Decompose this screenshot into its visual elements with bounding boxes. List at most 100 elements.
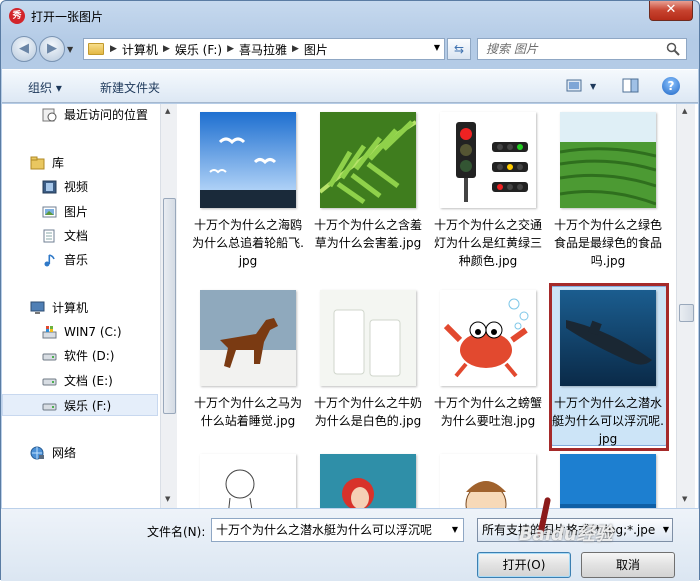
- window-title: 打开一张图片: [31, 10, 104, 24]
- forward-button[interactable]: ▶: [39, 36, 65, 62]
- sidebar-item-label: 库: [52, 156, 65, 170]
- thumbnail-mermaid: [320, 454, 416, 508]
- view-options-icon[interactable]: [566, 78, 584, 94]
- filename-dropdown-icon[interactable]: ▼: [447, 519, 463, 541]
- title-bar: 秀 打开一张图片 ✕: [1, 1, 699, 31]
- close-button[interactable]: ✕: [649, 1, 693, 21]
- search-placeholder: 搜索 图片: [486, 42, 538, 56]
- thumbnail-tea-field: [560, 112, 656, 208]
- filename-field[interactable]: 十万个为什么之潜水艇为什么可以浮沉呢 ▼: [211, 518, 464, 542]
- scroll-down-icon[interactable]: ▼: [682, 495, 687, 503]
- thumbnail-horse: [200, 290, 296, 386]
- windows-drive-icon: [42, 326, 57, 339]
- chevron-right-icon[interactable]: ▶: [292, 44, 299, 54]
- scroll-up-icon[interactable]: ▲: [165, 107, 170, 115]
- thumbnail-sketch: [200, 454, 296, 508]
- drive-icon: [42, 378, 57, 386]
- sidebar-item-label: 软件 (D:): [64, 349, 115, 363]
- scrollbar-thumb[interactable]: [679, 304, 694, 322]
- sidebar-item-network[interactable]: 网络: [2, 442, 158, 464]
- drive-icon: [42, 353, 57, 361]
- sidebar-item-music[interactable]: 音乐: [2, 249, 158, 271]
- sidebar-item-documents[interactable]: 文档: [2, 225, 158, 247]
- breadcrumb-drive-f[interactable]: 娱乐 (F:): [175, 41, 222, 58]
- sidebar-item-label: 娱乐 (F:): [64, 399, 112, 413]
- preview-pane-icon[interactable]: [622, 78, 640, 94]
- sidebar-item-label: 视频: [64, 180, 89, 194]
- open-button[interactable]: 打开(O): [477, 552, 571, 578]
- help-icon[interactable]: ?: [662, 77, 680, 95]
- folder-icon: [88, 43, 104, 55]
- sidebar-item-drive-c[interactable]: WIN7 (C:): [2, 321, 158, 343]
- address-dropdown-icon[interactable]: ▼: [434, 43, 440, 52]
- thumbnail-ocean: [560, 454, 656, 508]
- sidebar-item-label: 音乐: [64, 253, 89, 267]
- scroll-up-icon[interactable]: ▲: [682, 107, 687, 115]
- thumbnail-submarine: [560, 290, 656, 386]
- documents-icon: [43, 229, 55, 243]
- breadcrumb-computer[interactable]: 计算机: [122, 41, 158, 58]
- file-name: 十万个为什么之螃蟹为什么要吐泡.jpg: [433, 396, 542, 428]
- refresh-icon: ⇆: [453, 42, 465, 56]
- sidebar-item-drive-f[interactable]: 娱乐 (F:): [2, 394, 158, 416]
- sidebar-item-recent[interactable]: 最近访问的位置: [2, 104, 158, 126]
- file-name: 十万个为什么之交通灯为什么是红黄绿三种颜色.jpg: [433, 218, 542, 268]
- content-area: 最近访问的位置 库 视频 图片 文档 音乐 计算机 WIN7 (C:) 软件 (…: [2, 104, 698, 508]
- sidebar-item-label: 计算机: [52, 301, 89, 315]
- chevron-right-icon[interactable]: ▶: [110, 44, 117, 54]
- recent-places-icon: [42, 108, 57, 122]
- recent-pages-dropdown-icon[interactable]: ▼: [67, 45, 73, 54]
- music-icon: [44, 254, 55, 267]
- sidebar-item-drive-e[interactable]: 文档 (E:): [2, 370, 158, 392]
- search-input[interactable]: 搜索 图片: [477, 38, 687, 60]
- drive-icon: [42, 403, 57, 411]
- refresh-button[interactable]: ⇆: [447, 38, 471, 60]
- sidebar-item-videos[interactable]: 视频: [2, 176, 158, 198]
- sidebar-item-library[interactable]: 库: [2, 152, 158, 174]
- network-icon: [30, 446, 44, 460]
- navigation-bar: ◀ ▶ ▼ ▶ 计算机 ▶ 娱乐 (F:) ▶ 喜马拉雅 ▶ 图片 ▼ ⇆ 搜索…: [1, 33, 699, 65]
- sidebar-item-label: 网络: [52, 446, 77, 460]
- sidebar-item-drive-d[interactable]: 软件 (D:): [2, 345, 158, 367]
- new-folder-button[interactable]: 新建文件夹: [100, 79, 160, 96]
- search-icon[interactable]: [666, 42, 680, 56]
- view-dropdown-icon[interactable]: ▼: [590, 82, 596, 91]
- pictures-icon: [42, 206, 57, 218]
- sidebar-item-computer[interactable]: 计算机: [2, 297, 158, 319]
- scrollbar-thumb[interactable]: [163, 198, 176, 414]
- sidebar-item-label: 图片: [64, 205, 89, 219]
- sidebar-item-label: 最近访问的位置: [64, 108, 149, 122]
- organize-menu[interactable]: 组织 ▾: [28, 79, 62, 96]
- file-type-value: 所有支持的图片格式(*.jpg;*.jpe: [482, 523, 656, 537]
- file-name: 十万个为什么之潜水艇为什么可以浮沉呢.jpg: [552, 396, 664, 446]
- thumbnail-cartoon: [440, 454, 536, 508]
- open-image-dialog: 秀 打开一张图片 ✕ ◀ ▶ ▼ ▶ 计算机 ▶ 娱乐 (F:) ▶ 喜马拉雅 …: [0, 0, 700, 581]
- thumbnail-traffic-light: [440, 112, 536, 208]
- chevron-down-icon[interactable]: ▼: [663, 519, 669, 541]
- sidebar-item-label: WIN7 (C:): [64, 325, 122, 339]
- file-list: 十万个为什么之海鸥为什么总追着轮船飞.jpg 十万个为什么之含羞草为什么会害羞.…: [178, 104, 676, 508]
- filename-value: 十万个为什么之潜水艇为什么可以浮沉呢: [216, 523, 433, 537]
- chevron-right-icon[interactable]: ▶: [163, 44, 170, 54]
- chevron-right-icon[interactable]: ▶: [227, 44, 234, 54]
- command-toolbar: 组织 ▾ 新建文件夹 ▼ ?: [2, 69, 698, 103]
- filename-label: 文件名(N):: [147, 525, 206, 539]
- navigation-scrollbar[interactable]: ▲ ▼: [160, 104, 177, 508]
- app-icon: 秀: [9, 8, 25, 24]
- cancel-button[interactable]: 取消: [581, 552, 675, 578]
- address-bar[interactable]: ▶ 计算机 ▶ 娱乐 (F:) ▶ 喜马拉雅 ▶ 图片 ▼: [83, 38, 445, 60]
- sidebar-item-label: 文档 (E:): [64, 374, 113, 388]
- file-name: 十万个为什么之海鸥为什么总追着轮船飞.jpg: [192, 218, 304, 268]
- thumbnail-milk: [320, 290, 416, 386]
- back-button[interactable]: ◀: [11, 36, 37, 62]
- library-icon: [30, 156, 45, 170]
- video-icon: [42, 180, 57, 194]
- sidebar-item-pictures[interactable]: 图片: [2, 201, 158, 223]
- file-name: 十万个为什么之含羞草为什么会害羞.jpg: [313, 218, 422, 250]
- breadcrumb-himalaya[interactable]: 喜马拉雅: [239, 41, 287, 58]
- file-type-select[interactable]: 所有支持的图片格式(*.jpg;*.jpe ▼: [477, 518, 673, 542]
- file-list-scrollbar[interactable]: ▲ ▼: [676, 104, 695, 508]
- breadcrumb-pictures[interactable]: 图片: [304, 41, 328, 58]
- file-name: 十万个为什么之马为什么站着睡觉.jpg: [193, 396, 302, 428]
- scroll-down-icon[interactable]: ▼: [165, 495, 170, 503]
